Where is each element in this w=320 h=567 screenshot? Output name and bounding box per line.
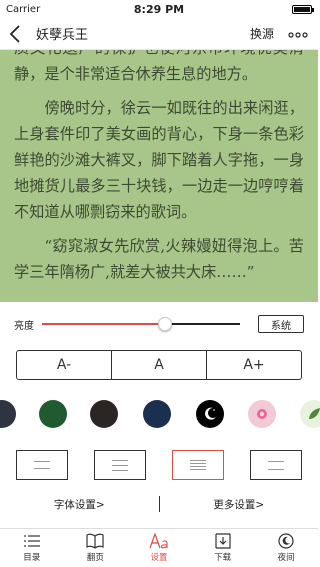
font-size-control: A- A A+	[16, 350, 302, 380]
line-spacing-wide[interactable]	[16, 450, 68, 480]
theme-picker	[0, 400, 320, 430]
theme-swatch-dark-green[interactable]	[39, 400, 67, 428]
paragraph: “窈窕淑女先欣赏,火辣嫚妞得泡上。苦学三年隋杨广,就差大被共大床……”	[14, 237, 304, 281]
battery-icon	[292, 4, 314, 14]
system-brightness-button[interactable]: 系统	[258, 315, 304, 333]
navigation-bar: 妖孽兵王 换源	[0, 18, 318, 50]
bottom-tab-bar: 目录 翻页 设置 下载 夜间	[0, 528, 318, 567]
line-spacing-compact[interactable]	[172, 450, 224, 480]
font-settings-link[interactable]: 字体设置>	[0, 497, 159, 512]
tab-contents[interactable]: 目录	[0, 529, 64, 567]
theme-swatch-pink[interactable]	[248, 400, 276, 428]
theme-swatch-navy[interactable]	[143, 400, 171, 428]
chevron-left-icon	[9, 24, 20, 43]
download-icon	[214, 533, 231, 549]
paragraph: 质文化遗产的保护也使河东市环境优美清静，是个非常适合休养生息的地方。	[14, 50, 304, 83]
settings-links: 字体设置> 更多设置>	[0, 492, 318, 516]
change-source-button[interactable]: 换源	[250, 25, 274, 42]
leaf-icon	[309, 408, 320, 419]
reading-area[interactable]: 质文化遗产的保护也使河东市环境优美清静，是个非常适合休养生息的地方。 傍晚时分，…	[0, 50, 318, 302]
more-button[interactable]	[288, 26, 308, 42]
tab-label: 夜间	[277, 553, 295, 563]
brightness-label: 亮度	[14, 320, 34, 332]
paragraph: 傍晚时分，徐云一如既往的出来闲逛，上身套件印了美女画的背心，下身一条色彩鲜艳的沙…	[14, 99, 304, 221]
moon-icon	[205, 407, 216, 420]
theme-swatch-night[interactable]	[196, 400, 224, 428]
line-spacing-picker	[0, 450, 318, 480]
tab-settings[interactable]: 设置	[127, 529, 191, 567]
tab-label: 设置	[150, 553, 168, 563]
font-settings-icon	[149, 533, 168, 549]
back-button[interactable]	[0, 18, 30, 50]
line-spacing-medium[interactable]	[94, 450, 146, 480]
default-font-button[interactable]: A	[111, 351, 206, 379]
tab-label: 翻页	[86, 553, 104, 563]
theme-swatch-charcoal[interactable]	[90, 400, 118, 428]
book-icon	[86, 533, 104, 549]
book-title: 妖孽兵王	[36, 28, 89, 43]
theme-swatch-green-leaf[interactable]	[300, 400, 320, 428]
decrease-font-button[interactable]: A-	[17, 351, 111, 379]
night-mode-icon	[278, 533, 294, 549]
tab-download[interactable]: 下载	[191, 529, 255, 567]
slider-knob[interactable]	[157, 317, 172, 331]
tab-label: 目录	[23, 553, 41, 563]
increase-font-button[interactable]: A+	[206, 351, 301, 379]
clock: 8:29 PM	[133, 2, 185, 16]
tab-page-turn[interactable]: 翻页	[64, 529, 128, 567]
theme-swatch-dark-slate[interactable]	[0, 400, 16, 428]
more-settings-link[interactable]: 更多设置>	[160, 497, 319, 512]
line-spacing-original[interactable]	[250, 450, 302, 480]
list-icon	[23, 535, 40, 547]
flower-icon	[257, 409, 267, 419]
settings-panel: 亮度 系统 A- A A+ 字体设置> 更多设置>	[0, 302, 320, 528]
more-dots-icon	[288, 31, 308, 38]
brightness-slider[interactable]	[42, 314, 240, 334]
status-bar: Carrier 8:29 PM	[0, 0, 318, 18]
brightness-row: 亮度 系统	[0, 314, 318, 334]
tab-night-mode[interactable]: 夜间	[254, 529, 318, 567]
tab-label: 下载	[214, 553, 232, 563]
slider-fill	[42, 323, 165, 325]
